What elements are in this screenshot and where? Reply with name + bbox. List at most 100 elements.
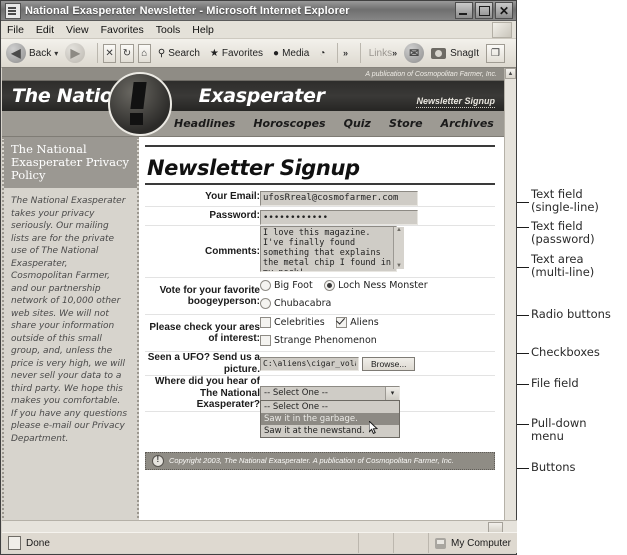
newsletter-signup-link[interactable]: Newsletter Signup [416, 96, 495, 108]
comments-scrollbar[interactable]: ▲ ▼ [393, 227, 404, 269]
password-input[interactable] [260, 210, 418, 225]
toolbar-divider-3 [360, 43, 361, 63]
comments-wrapper: I love this magazine. I've finally found… [260, 226, 405, 277]
page-vertical-scrollbar[interactable]: ▲ ▼ [504, 68, 516, 534]
checkbox-option-aliens[interactable]: Aliens [336, 317, 379, 328]
back-button[interactable]: ◀ Back ▾ [6, 43, 58, 63]
media-label: Media [282, 47, 310, 59]
callout-text-field-single-line: Text field (single-line) [531, 187, 599, 214]
checkbox-option-strange-phenomenon[interactable]: Strange Phenomenon [260, 335, 377, 346]
snagit-capture-button[interactable]: ❐ [486, 43, 509, 63]
menu-help[interactable]: Help [192, 24, 214, 36]
mail-button[interactable]: ✉ [404, 43, 425, 63]
scroll-down-icon[interactable]: ▼ [396, 263, 402, 269]
minimize-button[interactable] [455, 2, 473, 19]
favorites-button[interactable]: ★ Favorites [207, 48, 263, 59]
leader-line-radio [517, 315, 529, 316]
main-column: Newsletter Signup Your Email: Password: [139, 137, 505, 534]
interests-label: Please check your ares of interest: [149, 321, 260, 345]
maximize-button[interactable] [475, 2, 493, 19]
windows-flag-icon [492, 22, 512, 38]
sidebar: The National Exasperater Privacy Policy … [2, 137, 139, 534]
home-button[interactable]: ⌂ [137, 43, 151, 63]
site-nav: Headlines Horoscopes Quiz Store Archives… [2, 111, 505, 137]
search-label: Search [168, 47, 200, 59]
select-dropdown-list[interactable]: -- Select One -- Saw it in the garbage. … [260, 399, 400, 438]
window-title: National Exasperater Newsletter - Micros… [25, 4, 350, 17]
leader-line-pulldown [517, 424, 529, 425]
referral-select[interactable]: -- Select One -- ▾ -- Select One -- Saw … [260, 385, 400, 438]
security-zone-cell: My Computer [429, 533, 517, 553]
boogeyperson-label: Vote for your favorite boogeyperson: [159, 284, 260, 308]
select-option-1[interactable]: Saw it in the garbage. [261, 412, 399, 425]
checkbox-icon-checked[interactable] [336, 317, 348, 328]
scroll-up-button[interactable]: ▲ [505, 68, 516, 79]
chevron-down-icon[interactable]: ▾ [54, 49, 58, 58]
title-rule [145, 183, 495, 185]
file-field: Browse... [260, 356, 495, 371]
form-row-boogeyperson: Vote for your favorite boogeyperson: Big… [145, 278, 495, 315]
form-row-email: Your Email: [145, 187, 495, 206]
radio-icon[interactable] [260, 280, 271, 291]
toolbar-overflow[interactable]: » [343, 48, 348, 58]
radio-icon[interactable] [260, 298, 271, 309]
checkbox-icon[interactable] [260, 335, 271, 346]
email-input[interactable] [260, 190, 418, 206]
refresh-button[interactable]: ↻ [120, 43, 134, 63]
callout-buttons: Buttons [531, 460, 576, 474]
exasperater-exclamation-logo [108, 72, 172, 136]
web-page: A publication of Cosmopolitan Farmer, In… [2, 68, 505, 534]
select-option-0[interactable]: -- Select One -- [261, 401, 399, 413]
publication-strip: A publication of Cosmopolitan Farmer, In… [2, 68, 505, 81]
callout-text-field-password: Text field (password) [531, 219, 595, 246]
nav-quiz[interactable]: Quiz [344, 117, 371, 130]
history-clock-icon: ◔ [319, 47, 326, 59]
annotation-layer: Text field (single-line) Text field (passw… [517, 0, 627, 555]
snagit-camera-icon [431, 47, 447, 59]
media-button[interactable]: ● Media [270, 48, 309, 59]
browse-button[interactable]: Browse... [362, 356, 416, 371]
menu-favorites[interactable]: Favorites [101, 24, 144, 36]
radio-option-chubacabra[interactable]: Chubacabra [260, 298, 331, 309]
file-label: Seen a UFO? Send us a picture. [147, 352, 260, 375]
menu-tools[interactable]: Tools [156, 24, 181, 36]
leader-line-file [517, 384, 529, 385]
brand-right: Exasperater [198, 85, 325, 107]
comments-textarea[interactable]: I love this magazine. I've finally found… [260, 226, 397, 272]
nav-store[interactable]: Store [389, 117, 423, 130]
search-button[interactable]: ⚲ Search [155, 48, 200, 59]
menu-view[interactable]: View [66, 24, 89, 36]
leader-line-textarea [517, 267, 529, 268]
radio-icon-selected[interactable] [324, 280, 336, 291]
checkbox-icon[interactable] [260, 317, 271, 328]
radio-option-bigfoot[interactable]: Big Foot [260, 280, 313, 291]
select-closed-display[interactable]: -- Select One -- ▾ [260, 385, 400, 401]
page-footer: Copyright 2003, The National Exasperater… [145, 451, 495, 470]
file-path-input[interactable] [260, 356, 359, 371]
status-cell-b [394, 533, 429, 553]
scroll-up-icon[interactable]: ▲ [396, 227, 402, 233]
form-row-password: Password: [145, 206, 495, 226]
nav-horoscopes[interactable]: Horoscopes [253, 117, 325, 130]
media-globe-icon: ● [273, 47, 280, 59]
menu-file[interactable]: File [7, 24, 24, 36]
site-banner: The National Exasperater Newsletter Sign… [2, 81, 505, 111]
nav-archives[interactable]: Archives [441, 117, 494, 130]
favorites-label: Favorites [221, 47, 264, 59]
links-bar[interactable]: Links » [366, 48, 397, 59]
stop-button[interactable]: ✕ [102, 43, 117, 63]
exasperater-logo-icon [152, 454, 164, 467]
history-button[interactable]: ◔ [316, 48, 325, 59]
close-button[interactable]: ✕ [495, 2, 513, 19]
select-option-2[interactable]: Saw it at the newstand. [261, 425, 399, 437]
chevron-down-icon[interactable]: ▾ [385, 386, 399, 400]
snagit-button[interactable]: SnagIt [431, 47, 479, 59]
callout-text-area: Text area (multi-line) [531, 252, 595, 279]
forward-button[interactable]: ▶ [65, 43, 86, 63]
radio-option-lochness[interactable]: Loch Ness Monster [324, 280, 428, 291]
checkbox-option-celebrities[interactable]: Celebrities [260, 317, 325, 328]
radio-label: Big Foot [274, 280, 313, 291]
nav-headlines[interactable]: Headlines [174, 117, 235, 130]
browser-toolbar: ◀ Back ▾ ▶ ✕ ↻ ⌂ ⚲ Search ★ Favorites ● … [1, 39, 516, 68]
menu-edit[interactable]: Edit [36, 24, 54, 36]
